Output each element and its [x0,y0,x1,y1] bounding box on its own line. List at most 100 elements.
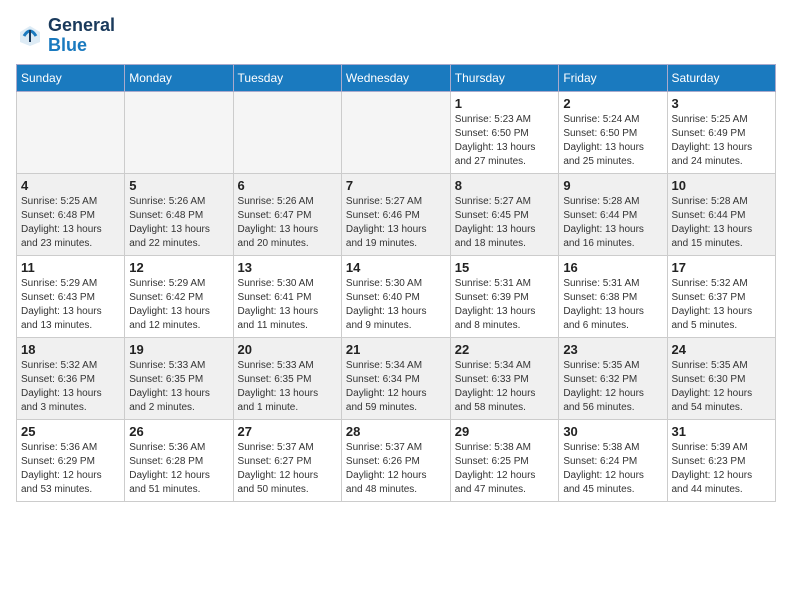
weekday-header: Saturday [667,64,776,91]
day-number: 4 [21,178,120,193]
calendar-cell [125,91,233,173]
calendar-cell: 7 Sunrise: 5:27 AM Sunset: 6:46 PM Daylig… [341,173,450,255]
day-number: 31 [672,424,772,439]
day-info: Sunrise: 5:39 AM Sunset: 6:23 PM Dayligh… [672,441,772,497]
day-info: Sunrise: 5:33 AM Sunset: 6:35 PM Dayligh… [129,359,228,415]
day-info: Sunrise: 5:30 AM Sunset: 6:40 PM Dayligh… [346,277,446,333]
day-info: Sunrise: 5:30 AM Sunset: 6:41 PM Dayligh… [238,277,337,333]
day-number: 21 [346,342,446,357]
day-number: 2 [563,96,662,111]
day-number: 23 [563,342,662,357]
day-info: Sunrise: 5:32 AM Sunset: 6:36 PM Dayligh… [21,359,120,415]
day-info: Sunrise: 5:29 AM Sunset: 6:42 PM Dayligh… [129,277,228,333]
day-info: Sunrise: 5:26 AM Sunset: 6:48 PM Dayligh… [129,195,228,251]
calendar-cell: 9Sunrise: 5:28 AM Sunset: 6:44 PM Daylig… [559,173,667,255]
calendar-cell: 18 Sunrise: 5:32 AM Sunset: 6:36 PM Dayli… [17,337,125,419]
calendar-cell: 15 Sunrise: 5:31 AM Sunset: 6:39 PM Dayli… [450,255,559,337]
calendar-cell: 25 Sunrise: 5:36 AM Sunset: 6:29 PM Dayli… [17,419,125,501]
day-info: Sunrise: 5:36 AM Sunset: 6:28 PM Dayligh… [129,441,228,497]
logo-line1: General [48,16,115,36]
calendar-cell: 13Sunrise: 5:30 AM Sunset: 6:41 PM Dayli… [233,255,341,337]
day-number: 6 [238,178,337,193]
day-info: Sunrise: 5:31 AM Sunset: 6:39 PM Dayligh… [455,277,555,333]
day-info: Sunrise: 5:27 AM Sunset: 6:45 PM Dayligh… [455,195,555,251]
calendar-cell: 29 Sunrise: 5:38 AM Sunset: 6:25 PM Dayli… [450,419,559,501]
day-number: 7 [346,178,446,193]
calendar-cell: 21 Sunrise: 5:34 AM Sunset: 6:34 PM Dayli… [341,337,450,419]
day-number: 19 [129,342,228,357]
calendar-cell: 11Sunrise: 5:29 AM Sunset: 6:43 PM Dayli… [17,255,125,337]
day-number: 5 [129,178,228,193]
day-number: 29 [455,424,555,439]
calendar-cell: 22 Sunrise: 5:34 AM Sunset: 6:33 PM Dayli… [450,337,559,419]
day-info: Sunrise: 5:25 AM Sunset: 6:48 PM Dayligh… [21,195,120,251]
weekday-header: Sunday [17,64,125,91]
day-info: Sunrise: 5:34 AM Sunset: 6:33 PM Dayligh… [455,359,555,415]
day-info: Sunrise: 5:37 AM Sunset: 6:26 PM Dayligh… [346,441,446,497]
calendar-cell: 4 Sunrise: 5:25 AM Sunset: 6:48 PM Daylig… [17,173,125,255]
calendar-cell: 6 Sunrise: 5:26 AM Sunset: 6:47 PM Daylig… [233,173,341,255]
day-number: 10 [672,178,772,193]
day-number: 18 [21,342,120,357]
calendar-cell: 10 Sunrise: 5:28 AM Sunset: 6:44 PM Dayli… [667,173,776,255]
day-number: 22 [455,342,555,357]
day-number: 26 [129,424,228,439]
page-header: General Blue [16,16,776,56]
day-number: 24 [672,342,772,357]
day-info: Sunrise: 5:35 AM Sunset: 6:32 PM Dayligh… [563,359,662,415]
day-number: 28 [346,424,446,439]
calendar-cell: 31 Sunrise: 5:39 AM Sunset: 6:23 PM Dayli… [667,419,776,501]
day-number: 27 [238,424,337,439]
calendar-cell: 28 Sunrise: 5:37 AM Sunset: 6:26 PM Dayli… [341,419,450,501]
day-info: Sunrise: 5:38 AM Sunset: 6:25 PM Dayligh… [455,441,555,497]
calendar-cell: 23 Sunrise: 5:35 AM Sunset: 6:32 PM Dayli… [559,337,667,419]
calendar-cell [341,91,450,173]
calendar-cell: 16Sunrise: 5:31 AM Sunset: 6:38 PM Dayli… [559,255,667,337]
day-number: 8 [455,178,555,193]
day-info: Sunrise: 5:35 AM Sunset: 6:30 PM Dayligh… [672,359,772,415]
calendar-cell: 24 Sunrise: 5:35 AM Sunset: 6:30 PM Dayli… [667,337,776,419]
day-number: 30 [563,424,662,439]
calendar-cell: 8 Sunrise: 5:27 AM Sunset: 6:45 PM Daylig… [450,173,559,255]
day-info: Sunrise: 5:31 AM Sunset: 6:38 PM Dayligh… [563,277,662,333]
calendar-cell: 1 Sunrise: 5:23 AM Sunset: 6:50 PM Daylig… [450,91,559,173]
day-info: Sunrise: 5:25 AM Sunset: 6:49 PM Dayligh… [672,113,772,169]
day-number: 15 [455,260,555,275]
day-info: Sunrise: 5:26 AM Sunset: 6:47 PM Dayligh… [238,195,337,251]
day-number: 9 [563,178,662,193]
day-info: Sunrise: 5:34 AM Sunset: 6:34 PM Dayligh… [346,359,446,415]
day-info: Sunrise: 5:37 AM Sunset: 6:27 PM Dayligh… [238,441,337,497]
calendar-cell: 20Sunrise: 5:33 AM Sunset: 6:35 PM Dayli… [233,337,341,419]
calendar-cell: 19 Sunrise: 5:33 AM Sunset: 6:35 PM Dayli… [125,337,233,419]
calendar-cell: 12Sunrise: 5:29 AM Sunset: 6:42 PM Dayli… [125,255,233,337]
day-number: 25 [21,424,120,439]
weekday-header: Tuesday [233,64,341,91]
weekday-header: Wednesday [341,64,450,91]
day-number: 11 [21,260,120,275]
calendar-cell: 27 Sunrise: 5:37 AM Sunset: 6:27 PM Dayli… [233,419,341,501]
calendar-cell [233,91,341,173]
day-info: Sunrise: 5:28 AM Sunset: 6:44 PM Dayligh… [672,195,772,251]
day-info: Sunrise: 5:32 AM Sunset: 6:37 PM Dayligh… [672,277,772,333]
day-info: Sunrise: 5:24 AM Sunset: 6:50 PM Dayligh… [563,113,662,169]
day-number: 3 [672,96,772,111]
day-number: 20 [238,342,337,357]
calendar-cell: 26 Sunrise: 5:36 AM Sunset: 6:28 PM Dayli… [125,419,233,501]
logo-icon [16,22,44,50]
calendar-cell: 5 Sunrise: 5:26 AM Sunset: 6:48 PM Daylig… [125,173,233,255]
calendar-cell: 17 Sunrise: 5:32 AM Sunset: 6:37 PM Dayli… [667,255,776,337]
day-info: Sunrise: 5:27 AM Sunset: 6:46 PM Dayligh… [346,195,446,251]
day-number: 1 [455,96,555,111]
logo-line2: Blue [48,36,115,56]
day-info: Sunrise: 5:38 AM Sunset: 6:24 PM Dayligh… [563,441,662,497]
weekday-header: Monday [125,64,233,91]
day-number: 14 [346,260,446,275]
calendar: SundayMondayTuesdayWednesdayThursdayFrid… [16,64,776,502]
day-info: Sunrise: 5:36 AM Sunset: 6:29 PM Dayligh… [21,441,120,497]
calendar-cell: 30 Sunrise: 5:38 AM Sunset: 6:24 PM Dayli… [559,419,667,501]
calendar-cell: 3 Sunrise: 5:25 AM Sunset: 6:49 PM Daylig… [667,91,776,173]
weekday-header: Thursday [450,64,559,91]
day-number: 17 [672,260,772,275]
calendar-cell [17,91,125,173]
day-info: Sunrise: 5:23 AM Sunset: 6:50 PM Dayligh… [455,113,555,169]
